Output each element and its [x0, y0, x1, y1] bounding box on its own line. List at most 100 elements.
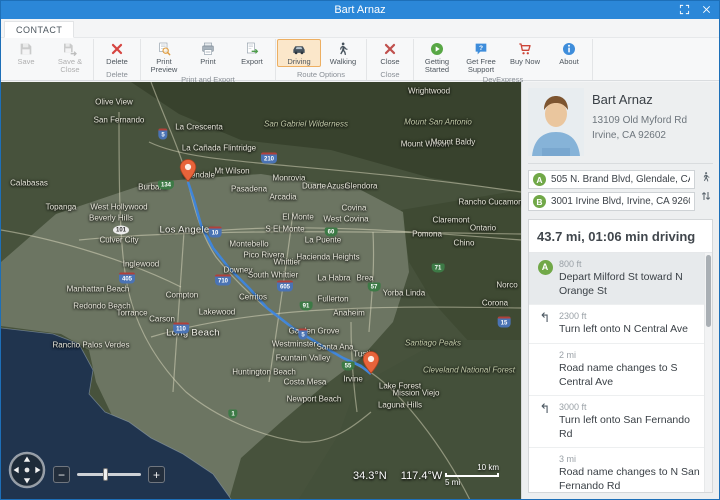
map-label: Huntington Beach [232, 368, 296, 377]
ribbon-group-devexpress: Getting Started ? Get Free Support Buy N… [414, 39, 593, 80]
print-preview-button[interactable]: Print Preview [142, 39, 186, 75]
map-label: Arcadia [269, 193, 296, 202]
map-label: Lakewood [199, 308, 235, 317]
road-shield: 55 [342, 362, 355, 371]
map-label: Ontario [470, 224, 496, 233]
direction-text: Turn left onto N Central Ave [559, 323, 700, 337]
save-button[interactable]: Save [4, 39, 48, 67]
route-start-field[interactable]: A 505 N. Brand Blvd, Glendale, CA 91203 [528, 170, 695, 189]
map-label: Calabasas [10, 179, 48, 188]
road-shield: 57 [368, 283, 381, 292]
getting-started-button[interactable]: Getting Started [415, 39, 459, 75]
map-label: Santiago Peaks [405, 339, 461, 348]
buy-now-button[interactable]: Buy Now [503, 39, 547, 67]
map-label: Newport Beach [287, 395, 342, 404]
contact-address-line2: Irvine, CA 92602 [592, 128, 687, 143]
save-and-close-button[interactable]: Save & Close [48, 39, 92, 75]
map-label: Westminster [272, 340, 316, 349]
direction-text: Road name changes to S Central Ave [559, 362, 700, 389]
close-button[interactable]: Close [368, 39, 412, 67]
map-label: La Cañada Flintridge [182, 144, 256, 153]
direction-icon: ↰ [534, 311, 556, 337]
map-pan-control[interactable] [7, 450, 47, 490]
map-label: Fullerton [317, 295, 348, 304]
get-free-support-button[interactable]: ? Get Free Support [459, 39, 503, 75]
direction-distance: 3 mi [559, 454, 700, 464]
map-label: San Gabriel Wilderness [264, 120, 348, 129]
export-button[interactable]: Export [230, 39, 274, 67]
map-label: Wrightwood [408, 87, 450, 96]
map-label: Pomona [412, 230, 442, 239]
map-label: Cerritos [239, 293, 267, 302]
delete-button[interactable]: Delete [95, 39, 139, 67]
map-label: Los Angeles [159, 225, 214, 236]
zoom-out-button[interactable]: − [53, 466, 70, 483]
scale-km-label: 10 km [445, 463, 499, 472]
map-label: Monrovia [273, 174, 306, 183]
map-label: Costa Mesa [284, 378, 327, 387]
map-label: Anaheim [333, 309, 365, 318]
map-label: Irvine [343, 375, 363, 384]
road-shield: 60 [325, 228, 338, 237]
map-label: Santa Ana [317, 343, 354, 352]
about-button[interactable]: About [547, 39, 591, 67]
route-summary: 43.7 mi, 01:06 min driving [529, 220, 712, 253]
maximize-icon[interactable] [675, 2, 694, 17]
driving-button[interactable]: Driving [277, 39, 321, 67]
print-icon [200, 41, 216, 57]
map-label: Mission Viejo [393, 389, 440, 398]
zoom-slider-handle[interactable] [103, 468, 108, 481]
zoom-slider[interactable] [77, 473, 141, 476]
delete-icon [109, 41, 125, 57]
direction-item[interactable]: A 800 ft Depart Milford St toward N Oran… [529, 253, 712, 305]
direction-item[interactable]: ↰ 3000 ft Turn left onto San Fernando Rd [529, 396, 712, 448]
road-shield: 110 [173, 323, 189, 334]
map-label: Carson [149, 315, 175, 324]
map-label: Downey [224, 266, 253, 275]
swap-addresses-icon[interactable] [700, 190, 712, 202]
direction-item[interactable]: 2 mi Road name changes to S Central Ave [529, 344, 712, 396]
walking-button[interactable]: Walking [321, 39, 365, 67]
scale-bar [445, 473, 499, 477]
play-icon [429, 41, 445, 57]
direction-item[interactable]: ↰ 2300 ft Turn left onto N Central Ave [529, 305, 712, 344]
route-card: 43.7 mi, 01:06 min driving A 800 ft Depa… [528, 219, 713, 493]
map-pin-a[interactable] [180, 159, 197, 182]
map-label: Corona [482, 299, 508, 308]
close-icon[interactable] [697, 2, 716, 17]
direction-distance: 3000 ft [559, 402, 700, 412]
direction-icon: A [534, 259, 556, 298]
route-end-field[interactable]: B 3001 Irvine Blvd, Irvine, CA 92602, , … [528, 192, 695, 211]
map-label: Garden Grove [289, 327, 340, 336]
map-pin-b[interactable] [363, 351, 380, 374]
map-label: La Crescenta [175, 123, 223, 132]
title-bar[interactable]: Bart Arnaz [1, 1, 719, 19]
svg-text:?: ? [479, 45, 483, 52]
end-address-value: 3001 Irvine Blvd, Irvine, CA 92602, , CA [551, 196, 690, 207]
ribbon-tab-row: CONTACT [1, 19, 719, 38]
walking-mode-icon[interactable] [700, 171, 712, 183]
scrollbar-thumb[interactable] [706, 255, 711, 327]
map-label: West Covina [323, 215, 368, 224]
map-label: Long Beach [166, 328, 220, 339]
map-label: Azusa [327, 182, 349, 191]
map-label: Olive View [95, 98, 133, 107]
zoom-in-button[interactable]: + [148, 466, 165, 483]
window-title: Bart Arnaz [334, 4, 385, 16]
road-shield: 1 [228, 410, 237, 419]
map-label: Whittier [273, 258, 300, 267]
road-shield: 10 [209, 227, 222, 238]
direction-item[interactable]: 3 mi Road name changes to N San Fernando… [529, 448, 712, 492]
map-coordinates: 34.3°N 117.4°W [353, 470, 442, 482]
tab-contact[interactable]: CONTACT [4, 21, 74, 38]
map-label: Rancho Cucamonga [459, 198, 521, 207]
map-label: S El Monte [265, 225, 304, 234]
directions-scrollbar[interactable] [704, 253, 712, 492]
map[interactable]: Olive ViewSan FernandoLa CrescentaLa Cañ… [1, 82, 521, 499]
map-label: West Hollywood [90, 203, 147, 212]
map-label: Glendora [345, 182, 378, 191]
direction-icon [534, 350, 556, 389]
print-button[interactable]: Print [186, 39, 230, 67]
directions-list: A 800 ft Depart Milford St toward N Oran… [529, 253, 712, 492]
direction-text: Depart Milford St toward N Orange St [559, 271, 700, 298]
